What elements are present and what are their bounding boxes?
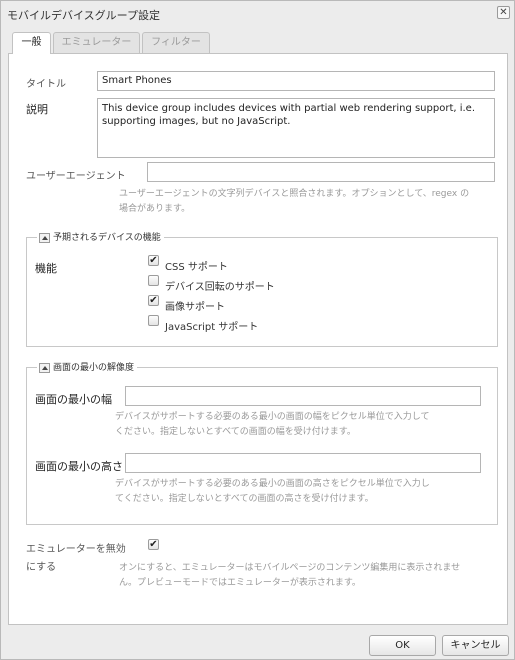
checkmark-icon: ✔ <box>149 255 158 266</box>
collapse-icon[interactable] <box>39 362 50 373</box>
css-support-label: CSS サポート <box>165 262 228 273</box>
title-input[interactable]: Smart Phones <box>97 71 495 91</box>
title-label: タイトル <box>26 79 66 90</box>
user-agent-label: ユーザーエージェント <box>26 171 126 182</box>
description-textarea[interactable]: This device group includes devices with … <box>97 98 495 158</box>
disable-emulator-label: エミュレーターを無効 にする <box>26 544 126 573</box>
min-height-label: 画面の最小の高さ <box>35 460 123 473</box>
disable-emulator-help: オンにすると、エミュレーターはモバイルページのコンテンツ編集用に表示されませ ん… <box>119 563 461 588</box>
min-height-help: デバイスがサポートする必要のある最小の画面の高さをピクセル単位で入力し てくださ… <box>115 479 430 504</box>
user-agent-input[interactable] <box>147 162 495 182</box>
dialog-title: モバイルデバイスグループ設定 <box>7 9 161 22</box>
cancel-button[interactable]: キャンセル <box>442 635 509 656</box>
tab-general[interactable]: 一般 <box>12 32 51 54</box>
resolution-fieldset: 画面の最小の解像度 画面の最小の幅 デバイスがサポートする必要のある最小の画面の… <box>26 360 498 525</box>
min-width-input[interactable] <box>125 386 481 406</box>
rotation-support-label: デバイス回転のサポート <box>165 282 275 293</box>
capabilities-fieldset: 予期されるデバイスの機能 機能 ✔ CSS サポート デバイス回転のサポート ✔… <box>26 230 498 347</box>
collapse-icon[interactable] <box>39 232 50 243</box>
close-icon[interactable]: ✕ <box>497 6 510 19</box>
user-agent-help: ユーザーエージェントの文字列デバイスと照合されます。オプションとして、regex… <box>119 189 470 214</box>
css-support-checkbox[interactable]: ✔ <box>148 255 159 266</box>
tab-strip: 一般 エミュレーター フィルター <box>12 32 512 54</box>
javascript-support-label: JavaScript サポート <box>165 322 259 333</box>
checkmark-icon: ✔ <box>149 539 158 550</box>
general-panel: タイトル Smart Phones 説明 This device group i… <box>8 53 508 625</box>
device-group-dialog: モバイルデバイスグループ設定 ✕ 一般 エミュレーター フィルター タイトル S… <box>0 0 515 660</box>
dialog-titlebar[interactable]: モバイルデバイスグループ設定 ✕ <box>1 1 514 27</box>
javascript-support-checkbox[interactable] <box>148 315 159 326</box>
image-support-checkbox[interactable]: ✔ <box>148 295 159 306</box>
capabilities-legend[interactable]: 予期されるデバイスの機能 <box>37 230 164 243</box>
resolution-legend[interactable]: 画面の最小の解像度 <box>37 360 138 373</box>
tab-emulator[interactable]: エミュレーター <box>53 32 140 53</box>
min-width-help: デバイスがサポートする必要のある最小の画面の幅をピクセル単位で入力して ください… <box>115 412 430 437</box>
capabilities-label: 機能 <box>35 262 57 275</box>
rotation-support-checkbox[interactable] <box>148 275 159 286</box>
description-label: 説明 <box>26 103 48 116</box>
checkmark-icon: ✔ <box>149 295 158 306</box>
disable-emulator-checkbox[interactable]: ✔ <box>148 539 159 550</box>
min-height-input[interactable] <box>125 453 481 473</box>
ok-button[interactable]: OK <box>369 635 436 656</box>
min-width-label: 画面の最小の幅 <box>35 393 112 406</box>
image-support-label: 画像サポート <box>165 302 225 313</box>
tab-filter[interactable]: フィルター <box>142 32 210 53</box>
